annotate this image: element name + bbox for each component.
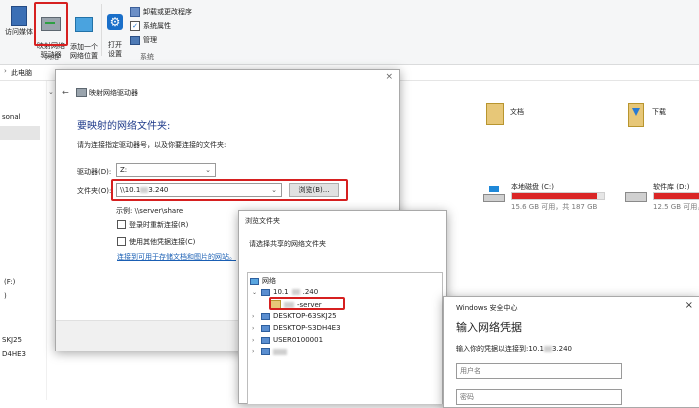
chevron-down-icon: ⌄ xyxy=(252,288,258,296)
nav-item[interactable]: D4HE3 xyxy=(2,350,26,358)
network-location-icon xyxy=(75,17,93,32)
drive-select[interactable]: Z: ⌄ xyxy=(116,163,216,177)
folder-label: 文件夹(O): xyxy=(77,187,112,195)
dialog-title: 映射网络驱动器 xyxy=(89,89,138,97)
tree-item-computer[interactable]: › xyxy=(252,348,287,355)
redacted-text xyxy=(273,348,287,355)
uninstall-program-button[interactable]: 卸载或更改程序 xyxy=(130,7,192,17)
folder-downloads[interactable]: 下载 xyxy=(652,107,666,117)
credentials-heading: 输入网络凭据 xyxy=(456,321,522,334)
tree-item-computer[interactable]: › USER0100001 xyxy=(252,336,323,344)
tree-item-computer[interactable]: › DESKTOP-63SKJ25 xyxy=(252,312,337,320)
computer-manage-icon xyxy=(130,35,140,45)
chevron-right-icon: › xyxy=(252,324,255,332)
network-drive-icon xyxy=(76,88,87,97)
downloads-folder-icon[interactable] xyxy=(628,103,644,127)
other-credentials-label: 使用其他凭据连接(C) xyxy=(129,238,196,246)
dialog-instruction: 请为连接指定驱动器号，以及你要连接的文件夹: xyxy=(77,141,227,149)
browse-folder-dialog: 浏览文件夹 请选择共享的网络文件夹 网络 ⌄ 10.1.240 -server … xyxy=(238,210,447,404)
tree-item-host[interactable]: ⌄ 10.1.240 xyxy=(252,288,318,296)
open-settings-button[interactable]: ⚙ 打开 设置 xyxy=(104,5,126,59)
other-credentials-checkbox[interactable] xyxy=(117,237,126,246)
redacted-text xyxy=(543,346,552,352)
chevron-down-icon: ⌄ xyxy=(205,166,211,174)
ribbon: 访问媒体 映射网络 驱动器 添加一个 网络位置 ⚙ 打开 设置 卸载或更改程序 … xyxy=(0,0,699,65)
redacted-text xyxy=(291,289,300,295)
security-title: Windows 安全中心 xyxy=(456,304,518,312)
chevron-right-icon: › xyxy=(252,348,255,355)
drive-icon[interactable] xyxy=(625,192,647,202)
nav-item[interactable]: ) xyxy=(4,292,7,300)
computer-icon xyxy=(261,348,270,355)
reconnect-checkbox[interactable] xyxy=(117,220,126,229)
computer-icon xyxy=(261,288,270,296)
group-label-system: 系统 xyxy=(140,53,154,61)
programs-icon xyxy=(130,7,140,17)
windows-drive-icon[interactable] xyxy=(483,186,505,204)
add-network-location-button[interactable]: 添加一个 网络位置 xyxy=(69,6,99,61)
close-icon[interactable]: × xyxy=(385,72,393,82)
password-input[interactable] xyxy=(456,389,622,405)
drive-d-free: 12.5 GB 可用，共 xyxy=(653,203,699,211)
divider xyxy=(101,4,102,56)
folder-tree[interactable]: 网络 ⌄ 10.1.240 -server › DESKTOP-63SKJ25 … xyxy=(247,272,443,404)
documents-folder-icon[interactable] xyxy=(486,103,504,125)
nav-item[interactable]: SKJ25 xyxy=(2,336,22,344)
drive-d-name: 软件库 (D:) xyxy=(653,183,690,191)
group-label-network: 网络 xyxy=(45,53,59,61)
chevron-right-icon: › xyxy=(252,336,255,344)
highlight-map-drive xyxy=(34,2,68,46)
browse-instruction: 请选择共享的网络文件夹 xyxy=(249,240,326,248)
address-path: 此电脑 xyxy=(11,69,32,77)
chevron-right-icon: › xyxy=(252,312,255,320)
browse-dialog-title: 浏览文件夹 xyxy=(245,217,280,225)
folder-documents[interactable]: 文档 xyxy=(510,107,524,117)
username-input[interactable] xyxy=(456,363,622,379)
computer-icon xyxy=(261,336,270,344)
system-properties-button[interactable]: ✓ 系统属性 xyxy=(130,21,171,31)
computer-icon xyxy=(261,312,270,320)
drive-c-free: 15.6 GB 可用，共 187 GB xyxy=(511,203,598,211)
media-icon xyxy=(11,6,27,26)
drive-label: 驱动器(D): xyxy=(77,168,112,176)
credentials-instruction: 输入你的凭据以连接到:10.1 3.240 xyxy=(456,345,572,353)
highlight-share xyxy=(269,297,345,310)
computer-icon xyxy=(261,324,270,332)
drive-c-name: 本地磁盘 (C:) xyxy=(511,183,554,191)
manage-button[interactable]: 管理 xyxy=(130,35,157,45)
network-icon xyxy=(250,277,259,285)
chevron-down-icon[interactable]: ⌄ xyxy=(48,88,54,96)
drive-c-usage-bar xyxy=(511,192,605,200)
close-icon[interactable]: × xyxy=(685,300,693,311)
nav-item[interactable]: sonal xyxy=(2,113,21,121)
drive-d-usage-bar xyxy=(653,192,699,200)
website-link[interactable]: 连接到可用于存储文档和图片的网站。 xyxy=(117,252,236,262)
reconnect-label: 登录时重新连接(R) xyxy=(129,221,189,229)
tree-item-computer[interactable]: › DESKTOP-S3DH4E3 xyxy=(252,324,341,332)
back-arrow-icon[interactable]: ← xyxy=(62,88,69,97)
windows-security-dialog: Windows 安全中心 × 输入网络凭据 输入你的凭据以连接到:10.1 3.2… xyxy=(443,296,699,408)
nav-item[interactable]: (F:) xyxy=(4,278,15,286)
tree-item-network[interactable]: 网络 xyxy=(250,276,276,286)
access-media-button[interactable]: 访问媒体 xyxy=(4,6,34,37)
dialog-heading: 要映射的网络文件夹: xyxy=(77,121,171,132)
chevron-right-icon: › xyxy=(4,67,7,75)
example-text: 示例: \\server\share xyxy=(116,207,184,215)
navigation-pane[interactable]: sonal (F:) ) SKJ25 D4HE3 xyxy=(0,81,47,400)
nav-item-selected[interactable] xyxy=(0,126,40,140)
check-icon: ✓ xyxy=(130,21,140,31)
gear-icon: ⚙ xyxy=(107,14,123,30)
highlight-folder-row xyxy=(111,179,348,201)
